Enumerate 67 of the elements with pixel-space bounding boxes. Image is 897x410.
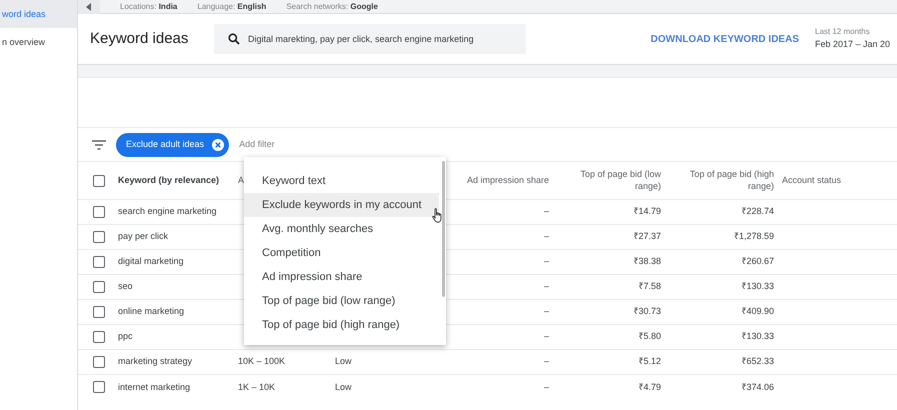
table-cell: ₹4.79: [557, 374, 669, 400]
checkbox[interactable]: [93, 356, 105, 368]
keyword-cell: ppc: [118, 324, 238, 350]
checkbox[interactable]: [93, 256, 105, 268]
menu-item[interactable]: Competition: [244, 241, 439, 265]
table-cell: –: [445, 374, 557, 400]
collapse-button[interactable]: [78, 0, 100, 14]
filter-icon[interactable]: [92, 140, 106, 150]
checkbox[interactable]: [93, 381, 105, 394]
scrollbar[interactable]: [442, 161, 445, 297]
menu-item[interactable]: Top of page bid (high range): [244, 313, 439, 337]
menu-item[interactable]: Top of page bid (low range): [244, 289, 439, 313]
menu-item[interactable]: Exclude keywords in my account: [244, 193, 439, 217]
table-cell: ₹27.37: [557, 224, 669, 250]
date-range-label: Last 12 months: [815, 26, 871, 38]
column-header[interactable]: Keyword (by relevance): [118, 162, 238, 200]
table-cell: ₹5.12: [557, 350, 669, 374]
table-cell: ₹5.80: [557, 324, 669, 350]
sidebar-item[interactable]: n overview: [0, 28, 77, 56]
date-range-value[interactable]: Feb 2017 – Jan 20: [815, 38, 897, 52]
keyword-cell: marketing strategy: [118, 350, 238, 374]
info-text: Language: English: [197, 0, 266, 12]
keyword-cell: seo: [118, 274, 238, 300]
caret-left-icon: [86, 2, 92, 10]
table-cell: Low: [335, 374, 445, 400]
table-cell: ₹130.33: [669, 274, 782, 300]
column-header[interactable]: Account status: [782, 162, 897, 200]
table-cell: ₹130.33: [669, 324, 782, 350]
table-cell: ₹374.06: [669, 374, 782, 400]
table-cell: ₹7.58: [557, 274, 669, 300]
keyword-cell: online marketing: [118, 300, 238, 324]
table-cell: ₹1,278.59: [669, 224, 782, 250]
table-cell: ₹409.90: [669, 300, 782, 324]
checkbox[interactable]: [93, 174, 105, 186]
menu-item[interactable]: Keyword text: [244, 169, 439, 193]
table-cell: ₹38.38: [557, 250, 669, 274]
table-cell: Low: [335, 350, 445, 374]
add-filter-button[interactable]: Add filter: [239, 138, 275, 152]
checkbox[interactable]: [93, 281, 105, 293]
keyword-cell: internet marketing: [118, 374, 238, 400]
menu-item[interactable]: Avg. monthly searches: [244, 217, 439, 241]
checkbox[interactable]: [93, 331, 105, 343]
page-title: Keyword ideas: [90, 28, 190, 49]
search-field[interactable]: Digital marekting, pay per click, search engine marketing: [214, 24, 526, 54]
keyword-cell: digital marketing: [118, 250, 238, 274]
checkbox[interactable]: [93, 231, 105, 243]
column-header[interactable]: Top of page bid (high range): [669, 162, 782, 200]
table-cell: ₹228.74: [669, 200, 782, 224]
keyword-cell: pay per click: [118, 224, 238, 250]
keyword-cell: search engine marketing: [118, 200, 238, 224]
menu-item[interactable]: Ad impression share: [244, 265, 439, 289]
info-text: Locations: India: [120, 0, 178, 12]
column-header[interactable]: Top of page bid (low range): [557, 162, 669, 200]
download-link[interactable]: DOWNLOAD KEYWORD IDEAS: [650, 32, 815, 46]
table-cell: ₹260.67: [669, 250, 782, 274]
sidebar-item[interactable]: word ideas: [0, 0, 77, 28]
table-cell: ₹14.79: [557, 200, 669, 224]
table-cell: ₹652.33: [669, 350, 782, 374]
filter-chip[interactable]: Exclude adult ideas: [116, 132, 230, 156]
table-cell: 10K – 100K: [238, 350, 335, 374]
table-cell: –: [445, 350, 557, 374]
checkbox[interactable]: [93, 206, 105, 218]
table-cell: 1K – 10K: [238, 374, 335, 400]
info-text: Search networks: Google: [286, 0, 378, 12]
table-cell: ₹30.73: [557, 300, 669, 324]
close-icon[interactable]: [212, 138, 224, 150]
checkbox[interactable]: [93, 306, 105, 318]
